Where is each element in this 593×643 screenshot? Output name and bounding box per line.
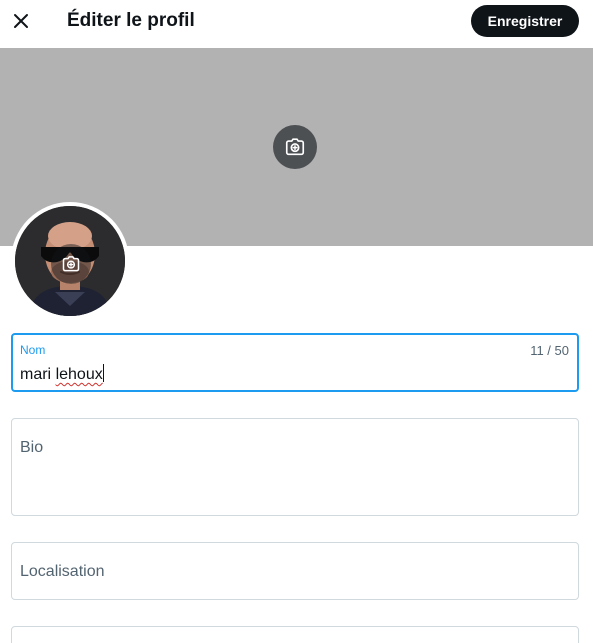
- add-banner-photo-button[interactable]: [273, 125, 317, 169]
- name-field[interactable]: Nom 11 / 50 mari lehoux: [11, 333, 579, 392]
- name-value-second: lehoux: [55, 366, 103, 383]
- avatar: [15, 206, 125, 316]
- bio-field[interactable]: Bio: [11, 418, 579, 516]
- name-input-value[interactable]: mari lehoux: [20, 364, 104, 384]
- location-field[interactable]: Localisation: [11, 542, 579, 600]
- location-field-label: Localisation: [20, 563, 105, 580]
- avatar-frame: [11, 202, 129, 320]
- bio-field-label: Bio: [20, 439, 44, 456]
- website-field[interactable]: [11, 626, 579, 643]
- text-caret: [102, 364, 104, 382]
- name-char-counter: 11 / 50: [530, 343, 569, 358]
- save-button[interactable]: Enregistrer: [471, 5, 579, 37]
- close-button[interactable]: [4, 4, 38, 38]
- close-icon: [14, 14, 28, 28]
- modal-header: Éditer le profil Enregistrer: [0, 0, 593, 46]
- name-value-first: mari: [20, 366, 52, 383]
- add-photo-camera-icon: [62, 256, 80, 272]
- page-title: Éditer le profil: [67, 10, 195, 31]
- edit-profile-modal: Éditer le profil Enregistrer Nom 11 / 50…: [0, 0, 593, 643]
- add-avatar-photo-button[interactable]: [51, 244, 91, 284]
- add-photo-camera-icon: [285, 138, 305, 156]
- name-field-label: Nom: [20, 343, 46, 357]
